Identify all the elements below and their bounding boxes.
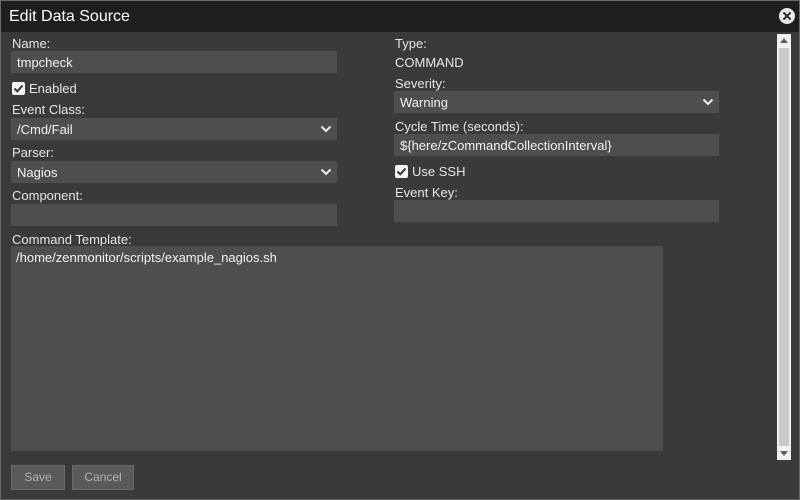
scroll-up-icon[interactable]	[780, 38, 788, 43]
parser-select[interactable]: Nagios	[11, 161, 337, 183]
event-class-value: /Cmd/Fail	[17, 122, 73, 137]
edit-data-source-dialog: Edit Data Source Name: tmpcheck Enabled …	[0, 0, 800, 500]
cycle-time-label: Cycle Time (seconds):	[395, 119, 524, 134]
type-value: COMMAND	[395, 55, 464, 70]
event-class-label: Event Class:	[12, 102, 85, 117]
cancel-button[interactable]: Cancel	[72, 465, 134, 490]
command-template-textarea[interactable]: /home/zenmonitor/scripts/example_nagios.…	[11, 246, 663, 451]
close-icon[interactable]	[779, 8, 795, 24]
chevron-down-icon	[702, 98, 714, 106]
cycle-time-value: ${here/zCommandCollectionInterval}	[400, 138, 612, 153]
name-label: Name:	[12, 36, 51, 51]
check-icon	[13, 84, 24, 93]
scroll-down-icon[interactable]	[780, 451, 788, 456]
name-input[interactable]: tmpcheck	[11, 51, 337, 73]
vertical-scrollbar[interactable]	[777, 34, 791, 460]
enabled-checkbox[interactable]	[12, 82, 25, 95]
use-ssh-label: Use SSH	[412, 164, 466, 179]
type-label: Type:	[395, 36, 427, 51]
check-icon	[396, 167, 407, 176]
command-template-value: /home/zenmonitor/scripts/example_nagios.…	[16, 250, 277, 265]
dialog-title: Edit Data Source	[9, 8, 130, 25]
chevron-down-icon	[320, 125, 332, 133]
event-key-label: Event Key:	[395, 185, 458, 200]
command-template-label: Command Template:	[12, 232, 132, 247]
enabled-label: Enabled	[29, 81, 77, 96]
use-ssh-checkbox[interactable]	[395, 165, 408, 178]
chevron-down-icon	[320, 168, 332, 176]
severity-select[interactable]: Warning	[394, 91, 719, 113]
cycle-time-input[interactable]: ${here/zCommandCollectionInterval}	[394, 134, 719, 156]
dialog-titlebar[interactable]: Edit Data Source	[1, 1, 799, 32]
component-input[interactable]	[11, 204, 337, 226]
parser-label: Parser:	[12, 145, 54, 160]
name-input-value: tmpcheck	[17, 55, 73, 70]
event-key-input[interactable]	[394, 200, 719, 222]
scroll-thumb[interactable]	[779, 48, 789, 446]
parser-value: Nagios	[17, 165, 58, 180]
save-button[interactable]: Save	[11, 465, 65, 490]
severity-label: Severity:	[395, 76, 446, 91]
severity-value: Warning	[400, 95, 448, 110]
event-class-select[interactable]: /Cmd/Fail	[11, 118, 337, 140]
component-label: Component:	[12, 188, 83, 203]
